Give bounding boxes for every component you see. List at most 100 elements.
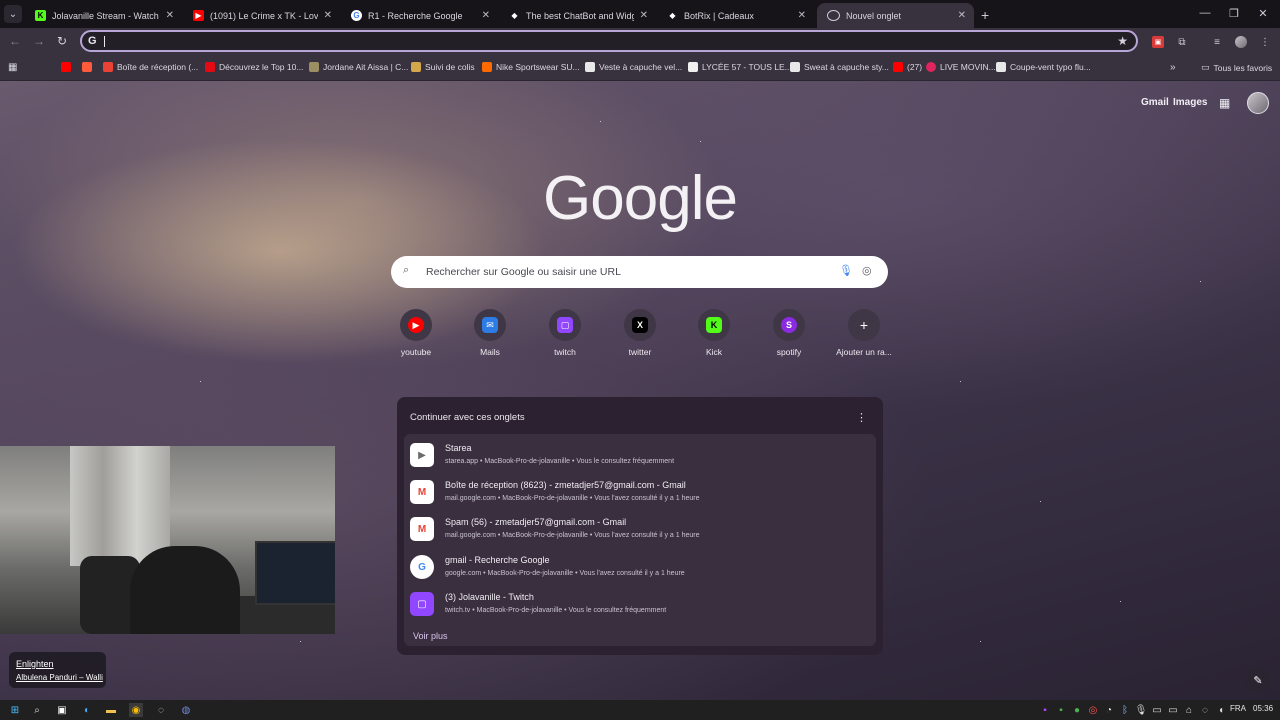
- language-indicator[interactable]: FRA: [1230, 704, 1246, 713]
- close-icon[interactable]: ✕: [482, 10, 490, 21]
- shortcut-icon-bg: +: [848, 309, 880, 341]
- tab-search-button[interactable]: ⌄: [4, 5, 22, 23]
- puzzle-icon[interactable]: ⧉: [1176, 36, 1188, 48]
- shortcut-mails[interactable]: ✉ Mails: [455, 309, 525, 357]
- bookmark-item[interactable]: Suivi de colis: [411, 62, 475, 72]
- close-icon[interactable]: ✕: [640, 10, 648, 21]
- forward-arrow-icon[interactable]: →: [33, 34, 45, 48]
- tab-2[interactable]: G R1 - Recherche Google ✕: [341, 3, 498, 28]
- row-title: Starea: [445, 443, 472, 453]
- tray-app-icon[interactable]: ◔: [1102, 703, 1116, 717]
- network-icon[interactable]: ▭: [1150, 703, 1164, 717]
- list-item[interactable]: ▢ (3) Jolavanille - Twitch twitch.tv • M…: [404, 586, 876, 622]
- bookmark-item[interactable]: LIVE MOVIN...: [926, 62, 996, 72]
- youtube-icon: [893, 62, 903, 72]
- profile-avatar-icon[interactable]: [1235, 36, 1247, 48]
- bookmark-star-icon[interactable]: ★: [1117, 34, 1128, 48]
- bookmark-item[interactable]: (27): [893, 62, 922, 72]
- list-item[interactable]: M Spam (56) - zmetadjer57@gmail.com - Gm…: [404, 511, 876, 547]
- edge-icon[interactable]: ◐: [80, 703, 94, 717]
- song-artist: Albulena Panduri – Walli: [16, 673, 103, 682]
- apps-grid-icon[interactable]: ▦: [8, 62, 17, 73]
- shortcut-kick[interactable]: K Kick: [679, 309, 749, 357]
- bookmark-favicon: [309, 62, 319, 72]
- minimize-icon[interactable]: —: [1197, 7, 1213, 19]
- extension-icon[interactable]: ▣: [1152, 36, 1164, 48]
- tab-3[interactable]: ◆ The best ChatBot and Widgets ✕: [499, 3, 656, 28]
- clock[interactable]: 05:36: [1253, 704, 1273, 713]
- bookmark-item[interactable]: Boîte de réception (...: [103, 62, 198, 72]
- bookmark-item[interactable]: Jordane Ait Aissa | C...: [309, 62, 408, 72]
- tray-app-icon[interactable]: ◌: [1198, 703, 1212, 717]
- images-link[interactable]: Images: [1173, 97, 1207, 108]
- webcam-curtain: [70, 446, 170, 566]
- close-icon[interactable]: ✕: [798, 10, 806, 21]
- tab-1[interactable]: ▶ (1091) Le Crime x TK - Love D'u ✕: [183, 3, 340, 28]
- row-title: gmail - Recherche Google: [445, 555, 550, 565]
- volume-icon[interactable]: ◖: [1214, 703, 1228, 717]
- tray-app-icon[interactable]: ●: [1070, 703, 1084, 717]
- shortcut-twitter[interactable]: X twitter: [605, 309, 675, 357]
- tab-4[interactable]: ◆ BotRix | Cadeaux ✕: [657, 3, 814, 28]
- microphone-icon[interactable]: 🎙: [1134, 703, 1148, 717]
- bookmark-item[interactable]: Nike Sportswear SU...: [482, 62, 580, 72]
- customize-pencil-icon[interactable]: ✎: [1246, 668, 1270, 692]
- chrome-icon[interactable]: ◉: [129, 703, 143, 717]
- reload-icon[interactable]: ↻: [57, 34, 67, 48]
- bookmark-item[interactable]: [61, 62, 75, 72]
- shortcut-add[interactable]: + Ajouter un ra...: [829, 309, 899, 357]
- search-icon[interactable]: ⌕: [30, 703, 44, 717]
- back-arrow-icon[interactable]: ←: [9, 34, 21, 48]
- tab-title: Nouvel onglet: [846, 10, 902, 21]
- bookmark-item[interactable]: Coupe-vent typo flu...: [996, 62, 1091, 72]
- close-icon[interactable]: ✕: [324, 10, 332, 21]
- bookmark-item[interactable]: LYCÉE 57 - TOUS LE...: [688, 62, 792, 72]
- google-icon: G: [88, 35, 97, 47]
- close-window-icon[interactable]: ✕: [1255, 7, 1271, 20]
- display-icon[interactable]: ▭: [1166, 703, 1180, 717]
- more-menu-icon[interactable]: ⋮: [1259, 36, 1271, 48]
- windows-start-icon[interactable]: ⊞: [8, 703, 22, 717]
- tray-app-icon[interactable]: ▪: [1038, 703, 1052, 717]
- avatar[interactable]: [1247, 92, 1269, 114]
- file-explorer-icon[interactable]: ▬: [104, 703, 118, 717]
- gmail-link[interactable]: Gmail: [1141, 97, 1169, 108]
- shortcut-youtube[interactable]: ▶ youtube: [381, 309, 451, 357]
- close-icon[interactable]: ✕: [166, 10, 174, 21]
- microphone-icon[interactable]: 🎙: [839, 264, 853, 277]
- list-item[interactable]: G gmail - Recherche Google google.com • …: [404, 549, 876, 585]
- media-control-icon[interactable]: ≡: [1211, 36, 1223, 48]
- bookmark-item[interactable]: Veste à capuche vel...: [585, 62, 682, 72]
- bluetooth-icon[interactable]: ᛒ: [1118, 703, 1132, 717]
- bookmark-item[interactable]: [82, 62, 96, 72]
- close-icon[interactable]: ✕: [958, 10, 966, 21]
- address-bar[interactable]: G ★: [80, 30, 1138, 52]
- tab-0[interactable]: K Jolavanille Stream - Watch Live ✕: [25, 3, 182, 28]
- google-apps-icon[interactable]: ▦: [1219, 96, 1230, 110]
- tray-app-icon[interactable]: ▪: [1054, 703, 1068, 717]
- list-item[interactable]: ▶ Starea starea.app • MacBook-Pro-de-jol…: [404, 437, 876, 473]
- all-bookmarks-button[interactable]: ▭ Tous les favoris: [1201, 62, 1272, 73]
- app-icon[interactable]: ◌: [154, 703, 168, 717]
- restore-icon[interactable]: ❐: [1226, 7, 1242, 20]
- shortcut-twitch[interactable]: ▢ twitch: [530, 309, 600, 357]
- x-icon: X: [632, 317, 648, 333]
- search-box[interactable]: ⌕ Rechercher sur Google ou saisir une UR…: [391, 256, 888, 288]
- youtube-icon: ▶: [193, 10, 204, 21]
- new-tab-plus-icon[interactable]: +: [981, 7, 989, 23]
- tab-5-active[interactable]: Nouvel onglet ✕: [817, 3, 974, 28]
- tray-app-icon[interactable]: ◎: [1086, 703, 1100, 717]
- bookmark-item[interactable]: Sweat à capuche sty...: [790, 62, 889, 72]
- discord-icon[interactable]: ◍: [179, 703, 193, 717]
- bookmark-label: LYCÉE 57 - TOUS LE...: [702, 62, 792, 72]
- list-item[interactable]: M Boîte de réception (8623) - zmetadjer5…: [404, 474, 876, 510]
- see-more-link[interactable]: Voir plus: [413, 631, 448, 641]
- store-icon[interactable]: ▣: [55, 703, 69, 717]
- lock-icon[interactable]: ⌂: [1182, 703, 1196, 717]
- shortcut-spotify[interactable]: S spotify: [754, 309, 824, 357]
- google-lens-icon[interactable]: ◎: [862, 264, 872, 277]
- more-vert-icon[interactable]: ⋮: [856, 411, 867, 424]
- chevron-right-icon[interactable]: »: [1170, 62, 1176, 73]
- bookmark-item[interactable]: Découvrez le Top 10...: [205, 62, 303, 72]
- shortcut-label: Ajouter un ra...: [836, 347, 892, 357]
